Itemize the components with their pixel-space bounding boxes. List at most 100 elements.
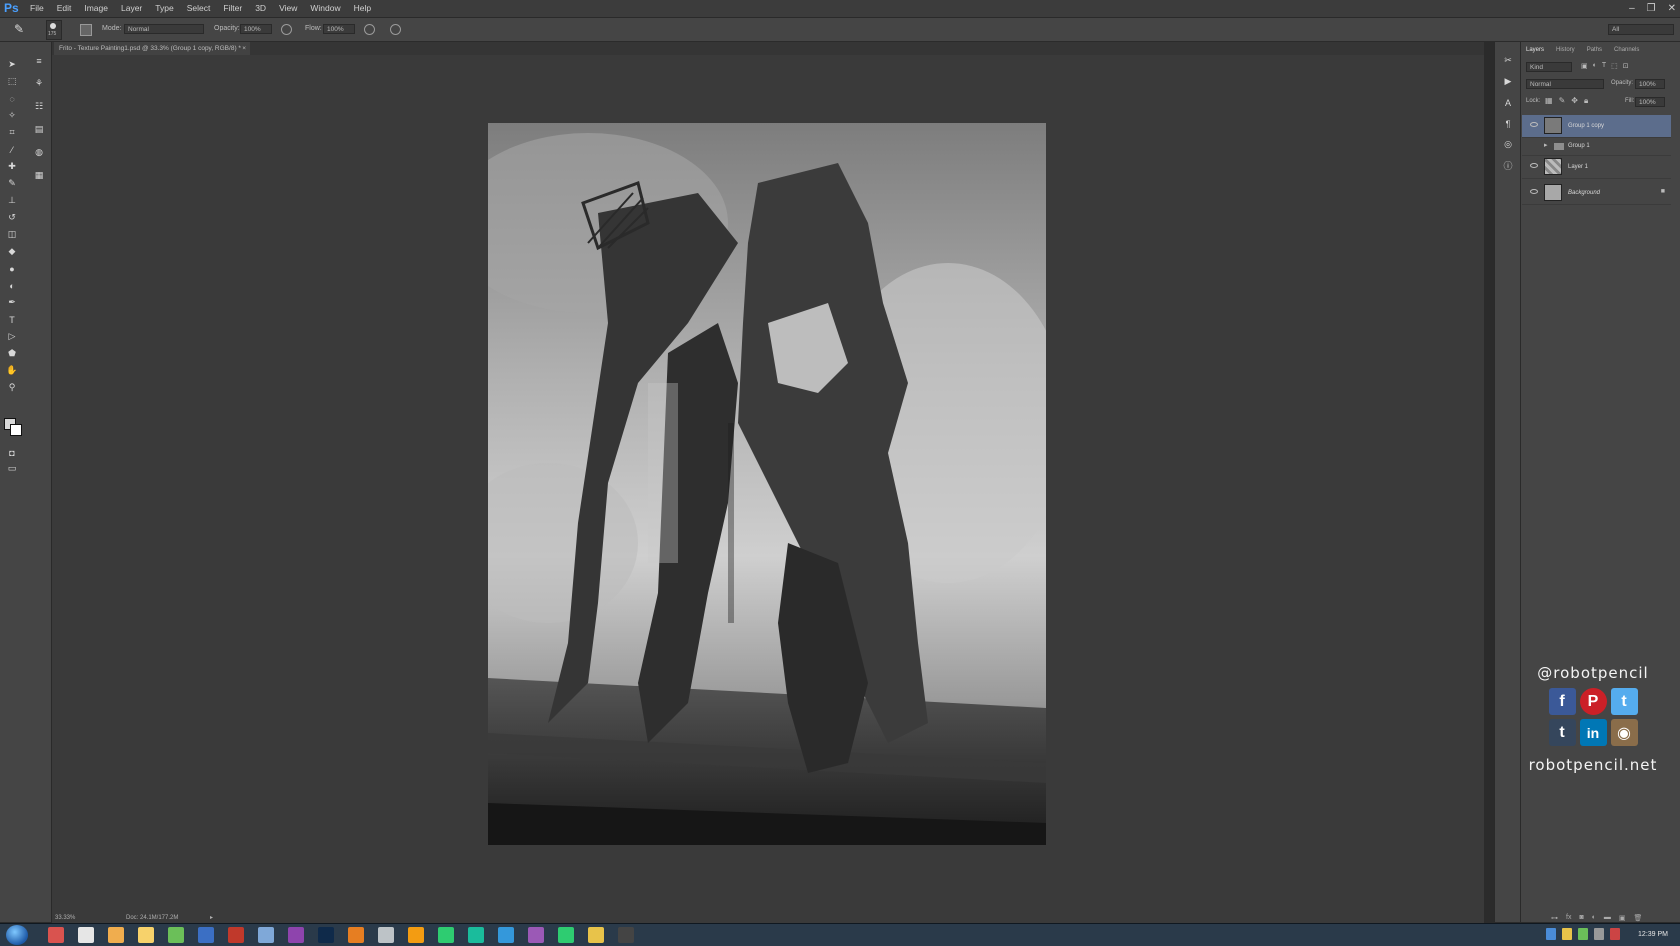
taskbar-app-icon[interactable]	[528, 927, 544, 943]
type-filter-icon[interactable]: T	[1602, 62, 1606, 70]
zoom-tool-icon[interactable]: ⚲	[5, 381, 19, 394]
taskbar-app-icon[interactable]	[618, 927, 634, 943]
dodge-tool-icon[interactable]: ◐	[5, 279, 19, 292]
link-layers-icon[interactable]: ⊶	[1551, 914, 1558, 922]
close-tab-icon[interactable]: ×	[242, 42, 246, 55]
shape-tool-icon[interactable]: ⬟	[5, 347, 19, 360]
clone-stamp-tool-icon[interactable]: ⊥	[5, 194, 19, 207]
tab-channels[interactable]: Channels	[1614, 47, 1639, 57]
minimize-icon[interactable]: –	[1629, 0, 1635, 17]
taskbar-app-icon[interactable]	[468, 927, 484, 943]
swatches-icon[interactable]: ▦	[32, 169, 46, 182]
taskbar-app-icon[interactable]	[258, 927, 274, 943]
visibility-eye-icon[interactable]	[1530, 189, 1538, 194]
tray-network-icon[interactable]	[1546, 928, 1556, 940]
path-select-tool-icon[interactable]: ▷	[5, 330, 19, 343]
pixel-filter-icon[interactable]: ▣	[1581, 62, 1588, 70]
taskbar-app-icon[interactable]	[168, 927, 184, 943]
healing-brush-tool-icon[interactable]: ✚	[5, 160, 19, 173]
mode-select[interactable]: Normal	[124, 24, 204, 34]
restore-icon[interactable]: ❐	[1647, 0, 1656, 17]
pressure-size-icon[interactable]	[390, 24, 401, 35]
hand-tool-icon[interactable]: ✋	[5, 364, 19, 377]
instagram-icon[interactable]: ◉	[1610, 719, 1638, 746]
linkedin-icon[interactable]: in	[1579, 719, 1607, 746]
tray-alert-icon[interactable]	[1610, 928, 1620, 940]
adjustment-layer-icon[interactable]: ◐	[1592, 914, 1596, 922]
quick-mask-icon[interactable]: ◘	[5, 446, 19, 459]
history-brush-tool-icon[interactable]: ↺	[5, 211, 19, 224]
painting-canvas[interactable]	[488, 123, 1046, 845]
taskbar-app-icon[interactable]	[498, 927, 514, 943]
close-icon[interactable]: ✕	[1668, 0, 1676, 17]
menu-file[interactable]: File	[30, 0, 44, 17]
airbrush-icon[interactable]	[364, 24, 375, 35]
brush-tool-icon[interactable]: ✎	[14, 22, 24, 36]
menu-image[interactable]: Image	[84, 0, 108, 17]
taskbar-app-icon[interactable]	[78, 927, 94, 943]
eyedropper-tool-icon[interactable]: ⁄	[5, 143, 19, 156]
start-button[interactable]	[6, 925, 28, 945]
expand-group-icon[interactable]: ▸	[1544, 141, 1548, 149]
styles-icon[interactable]: ◍	[32, 146, 46, 159]
pinterest-icon[interactable]: P	[1579, 688, 1607, 715]
status-arrow-icon[interactable]: ▸	[210, 914, 213, 923]
paragraph-icon[interactable]: ¶	[1501, 117, 1515, 130]
layer-row-background[interactable]: Background ■	[1522, 182, 1671, 205]
menu-help[interactable]: Help	[354, 0, 371, 17]
tray-folder-icon[interactable]	[1562, 928, 1572, 940]
info-icon[interactable]: ⓘ	[1501, 159, 1515, 172]
clone-source-icon[interactable]: ⚘	[32, 77, 46, 90]
tab-paths[interactable]: Paths	[1587, 47, 1602, 57]
tool-presets-icon[interactable]: ✂	[1501, 54, 1515, 67]
lasso-tool-icon[interactable]: ◌	[5, 92, 19, 105]
taskbar-app-icon[interactable]	[138, 927, 154, 943]
lock-all-icon[interactable]: 🔒︎	[1584, 96, 1588, 106]
document-tab[interactable]: Frito - Texture Painting1.psd @ 33.3% (G…	[54, 42, 250, 55]
taskbar-app-icon[interactable]	[48, 927, 64, 943]
adjustment-filter-icon[interactable]: ◐	[1593, 62, 1597, 70]
taskbar-app-icon[interactable]	[588, 927, 604, 943]
add-mask-icon[interactable]: ◙	[1579, 914, 1583, 922]
menu-3d[interactable]: 3D	[255, 0, 266, 17]
crop-tool-icon[interactable]: ⌗	[5, 126, 19, 139]
layer-row-group-1-copy[interactable]: Group 1 copy	[1522, 115, 1671, 138]
menu-type[interactable]: Type	[155, 0, 173, 17]
quick-select-tool-icon[interactable]: ✧	[5, 109, 19, 122]
tab-history[interactable]: History	[1556, 47, 1575, 57]
character-icon[interactable]: A	[1501, 96, 1515, 109]
new-layer-icon[interactable]: ▣	[1619, 914, 1626, 922]
lock-image-icon[interactable]: ✎	[1559, 96, 1566, 106]
facebook-icon[interactable]: f	[1548, 688, 1576, 715]
menu-select[interactable]: Select	[187, 0, 211, 17]
tumblr-icon[interactable]: t	[1548, 719, 1576, 746]
tab-layers[interactable]: Layers	[1526, 47, 1544, 57]
zoom-level[interactable]: 33.33%	[55, 914, 75, 923]
menu-window[interactable]: Window	[310, 0, 340, 17]
tray-update-icon[interactable]	[1578, 928, 1588, 940]
taskbar-app-icon[interactable]	[318, 927, 334, 943]
brush-preset-picker[interactable]: 175	[46, 20, 62, 40]
marquee-tool-icon[interactable]: ⬚	[5, 75, 19, 88]
adjustments-icon[interactable]: ☷	[32, 100, 46, 113]
shape-filter-icon[interactable]: ⬚	[1611, 62, 1618, 70]
opacity-field[interactable]: 100%	[240, 24, 272, 34]
taskbar-app-icon[interactable]	[348, 927, 364, 943]
flow-field[interactable]: 100%	[323, 24, 355, 34]
delete-layer-icon[interactable]: 🗑︎	[1634, 914, 1643, 922]
pen-tool-icon[interactable]: ✒	[5, 296, 19, 309]
taskbar-app-icon[interactable]	[198, 927, 214, 943]
menu-layer[interactable]: Layer	[121, 0, 142, 17]
brush-panel-toggle-icon[interactable]	[80, 24, 92, 36]
brush-tool-icon-side[interactable]: ✎	[5, 177, 19, 190]
smart-filter-icon[interactable]: ⊡	[1623, 62, 1629, 70]
layer-opacity-field[interactable]: 100%	[1635, 79, 1665, 89]
taskbar-app-icon[interactable]	[108, 927, 124, 943]
taskbar-app-icon[interactable]	[558, 927, 574, 943]
background-color-swatch[interactable]	[10, 424, 22, 436]
blend-mode-select[interactable]: Normal	[1526, 79, 1604, 89]
layer-row-layer-1[interactable]: Layer 1	[1522, 156, 1671, 179]
screen-mode-icon[interactable]: ▭	[5, 462, 19, 475]
taskbar-app-icon[interactable]	[288, 927, 304, 943]
workspace-select[interactable]: All	[1608, 24, 1674, 35]
